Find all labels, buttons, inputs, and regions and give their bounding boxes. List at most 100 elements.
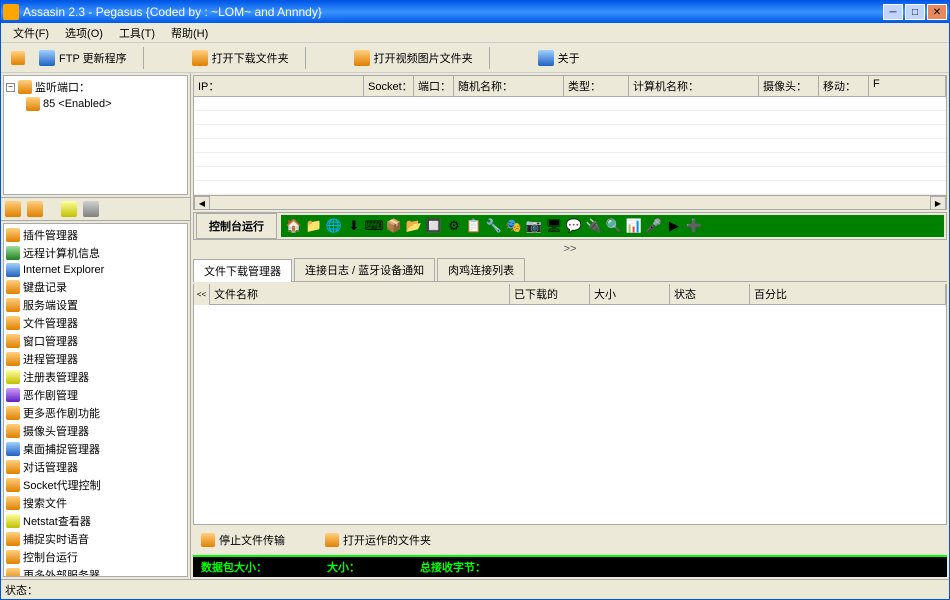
tab-download-mgr[interactable]: 文件下载管理器 <box>193 259 292 282</box>
h-scrollbar[interactable]: ◀ ▶ <box>194 195 946 210</box>
list-item[interactable]: 键盘记录 <box>6 278 185 296</box>
list-item[interactable]: 进程管理器 <box>6 350 185 368</box>
list-item[interactable]: 远程计算机信息 <box>6 244 185 262</box>
tool-icon-2[interactable] <box>27 201 43 217</box>
col-size[interactable]: 大小 <box>590 284 670 304</box>
feature-tree[interactable]: 插件管理器 远程计算机信息 Internet Explorer 键盘记录 服务端… <box>3 223 188 577</box>
action-icon[interactable]: 🔲 <box>425 217 443 235</box>
action-icon[interactable]: 🖥 <box>545 217 563 235</box>
tool-icon-3[interactable] <box>61 201 77 217</box>
action-icon[interactable]: 📂 <box>405 217 423 235</box>
col-mobile[interactable]: 移动： <box>819 76 869 96</box>
list-item[interactable]: 摄像头管理器 <box>6 422 185 440</box>
open-working-folder-button[interactable]: 打开运作的文件夹 <box>325 532 431 548</box>
tool-icon-4[interactable] <box>83 201 99 217</box>
list-item[interactable]: 窗口管理器 <box>6 332 185 350</box>
close-button[interactable]: ✕ <box>927 4 947 20</box>
grid2-body[interactable] <box>194 305 946 524</box>
collapse-caret[interactable]: >> <box>193 242 947 256</box>
action-icon[interactable]: 🌐 <box>325 217 343 235</box>
menu-file[interactable]: 文件(F) <box>5 23 57 43</box>
tree-child[interactable]: 85 <Enabled> <box>26 96 185 112</box>
action-icon[interactable]: 🔌 <box>585 217 603 235</box>
list-item[interactable]: 更多外部服务器 <box>6 566 185 577</box>
port-tree[interactable]: −监听端口： 85 <Enabled> <box>3 75 188 195</box>
total-bytes-label: 总接收字节： <box>420 559 486 575</box>
server-icon <box>6 298 20 312</box>
col-computer[interactable]: 计算机名称： <box>629 76 759 96</box>
list-item[interactable]: 文件管理器 <box>6 314 185 332</box>
list-item[interactable]: Socket代理控制 <box>6 476 185 494</box>
list-item[interactable]: 对话管理器 <box>6 458 185 476</box>
col-type[interactable]: 类型： <box>564 76 629 96</box>
action-icon[interactable]: 🔧 <box>485 217 503 235</box>
list-item[interactable]: 更多恶作剧功能 <box>6 404 185 422</box>
bottom-actions: 停止文件传输 打开运作的文件夹 <box>193 527 947 553</box>
mini-toolbar <box>1 197 190 221</box>
col-downloaded[interactable]: 已下载的 <box>510 284 590 304</box>
connections-grid[interactable]: IP： Socket： 端口： 随机名称： 类型： 计算机名称： 摄像头： 移动… <box>193 75 947 210</box>
open-video-button[interactable]: 打开视频图片文件夹 <box>346 48 481 68</box>
stop-transfer-button[interactable]: 停止文件传输 <box>201 532 285 548</box>
menu-tools[interactable]: 工具(T) <box>111 23 163 43</box>
action-icon[interactable]: 📷 <box>525 217 543 235</box>
list-item[interactable]: 控制台运行 <box>6 548 185 566</box>
capture-icon <box>6 442 20 456</box>
box-icon[interactable] <box>11 51 25 65</box>
list-item[interactable]: 服务端设置 <box>6 296 185 314</box>
action-icon[interactable]: 💬 <box>565 217 583 235</box>
expand-icon[interactable]: − <box>6 83 15 92</box>
action-icon[interactable]: ⌨ <box>365 217 383 235</box>
action-icon[interactable]: ⬇ <box>345 217 363 235</box>
list-item[interactable]: 搜索文件 <box>6 494 185 512</box>
scroll-left-icon[interactable]: ◀ <box>194 196 210 210</box>
col-socket[interactable]: Socket： <box>364 76 414 96</box>
minimize-button[interactable]: ─ <box>883 4 903 20</box>
col-status[interactable]: 状态 <box>670 284 750 304</box>
action-icon[interactable]: 📁 <box>305 217 323 235</box>
list-item[interactable]: Internet Explorer <box>6 262 185 278</box>
tree-root[interactable]: −监听端口： <box>6 78 185 96</box>
action-icon[interactable]: 📦 <box>385 217 403 235</box>
action-icon[interactable]: 🔍 <box>605 217 623 235</box>
action-icon[interactable]: 🎤 <box>645 217 663 235</box>
list-item[interactable]: 桌面捕捉管理器 <box>6 440 185 458</box>
action-icon[interactable]: ⚙ <box>445 217 463 235</box>
grid-body[interactable] <box>194 97 946 195</box>
maximize-button[interactable]: □ <box>905 4 925 20</box>
tab-botlist[interactable]: 肉鸡连接列表 <box>437 258 525 281</box>
col-filename[interactable]: 文件名称 <box>210 284 510 304</box>
grid-caret-left[interactable]: << <box>194 284 210 305</box>
list-item[interactable]: 捕捉实时语音 <box>6 530 185 548</box>
list-item[interactable]: 插件管理器 <box>6 226 185 244</box>
action-icon[interactable]: 📊 <box>625 217 643 235</box>
app-icon <box>3 4 19 20</box>
col-randomname[interactable]: 随机名称： <box>454 76 564 96</box>
console-run-button[interactable]: 控制台运行 <box>196 213 277 239</box>
col-percent[interactable]: 百分比 <box>750 284 946 304</box>
menu-options[interactable]: 选项(O) <box>57 23 111 43</box>
about-button[interactable]: 关于 <box>530 48 588 68</box>
action-icon[interactable]: 📋 <box>465 217 483 235</box>
menu-help[interactable]: 帮助(H) <box>163 23 216 43</box>
col-ip[interactable]: IP： <box>194 76 364 96</box>
col-more[interactable]: F <box>869 76 946 96</box>
action-icon[interactable]: ▶ <box>665 217 683 235</box>
tree-child-label: 85 <Enabled> <box>43 98 112 110</box>
action-icon[interactable]: 🏠 <box>285 217 303 235</box>
open-download-button[interactable]: 打开下载文件夹 <box>184 48 297 68</box>
ftp-update-button[interactable]: FTP 更新程序 <box>31 48 135 68</box>
col-camera[interactable]: 摄像头： <box>759 76 819 96</box>
scroll-right-icon[interactable]: ▶ <box>930 196 946 210</box>
action-icon[interactable]: 🎭 <box>505 217 523 235</box>
col-port[interactable]: 端口： <box>414 76 454 96</box>
tool-icon-1[interactable] <box>5 201 21 217</box>
download-grid[interactable]: << 文件名称 已下载的 大小 状态 百分比 <box>193 284 947 525</box>
action-icon[interactable]: ➕ <box>685 217 703 235</box>
list-item[interactable]: Netstat查看器 <box>6 512 185 530</box>
list-item[interactable]: 恶作剧管理 <box>6 386 185 404</box>
tab-log[interactable]: 连接日志 / 蓝牙设备通知 <box>294 258 435 281</box>
about-label: 关于 <box>558 50 580 66</box>
chat-icon <box>6 460 20 474</box>
list-item[interactable]: 注册表管理器 <box>6 368 185 386</box>
